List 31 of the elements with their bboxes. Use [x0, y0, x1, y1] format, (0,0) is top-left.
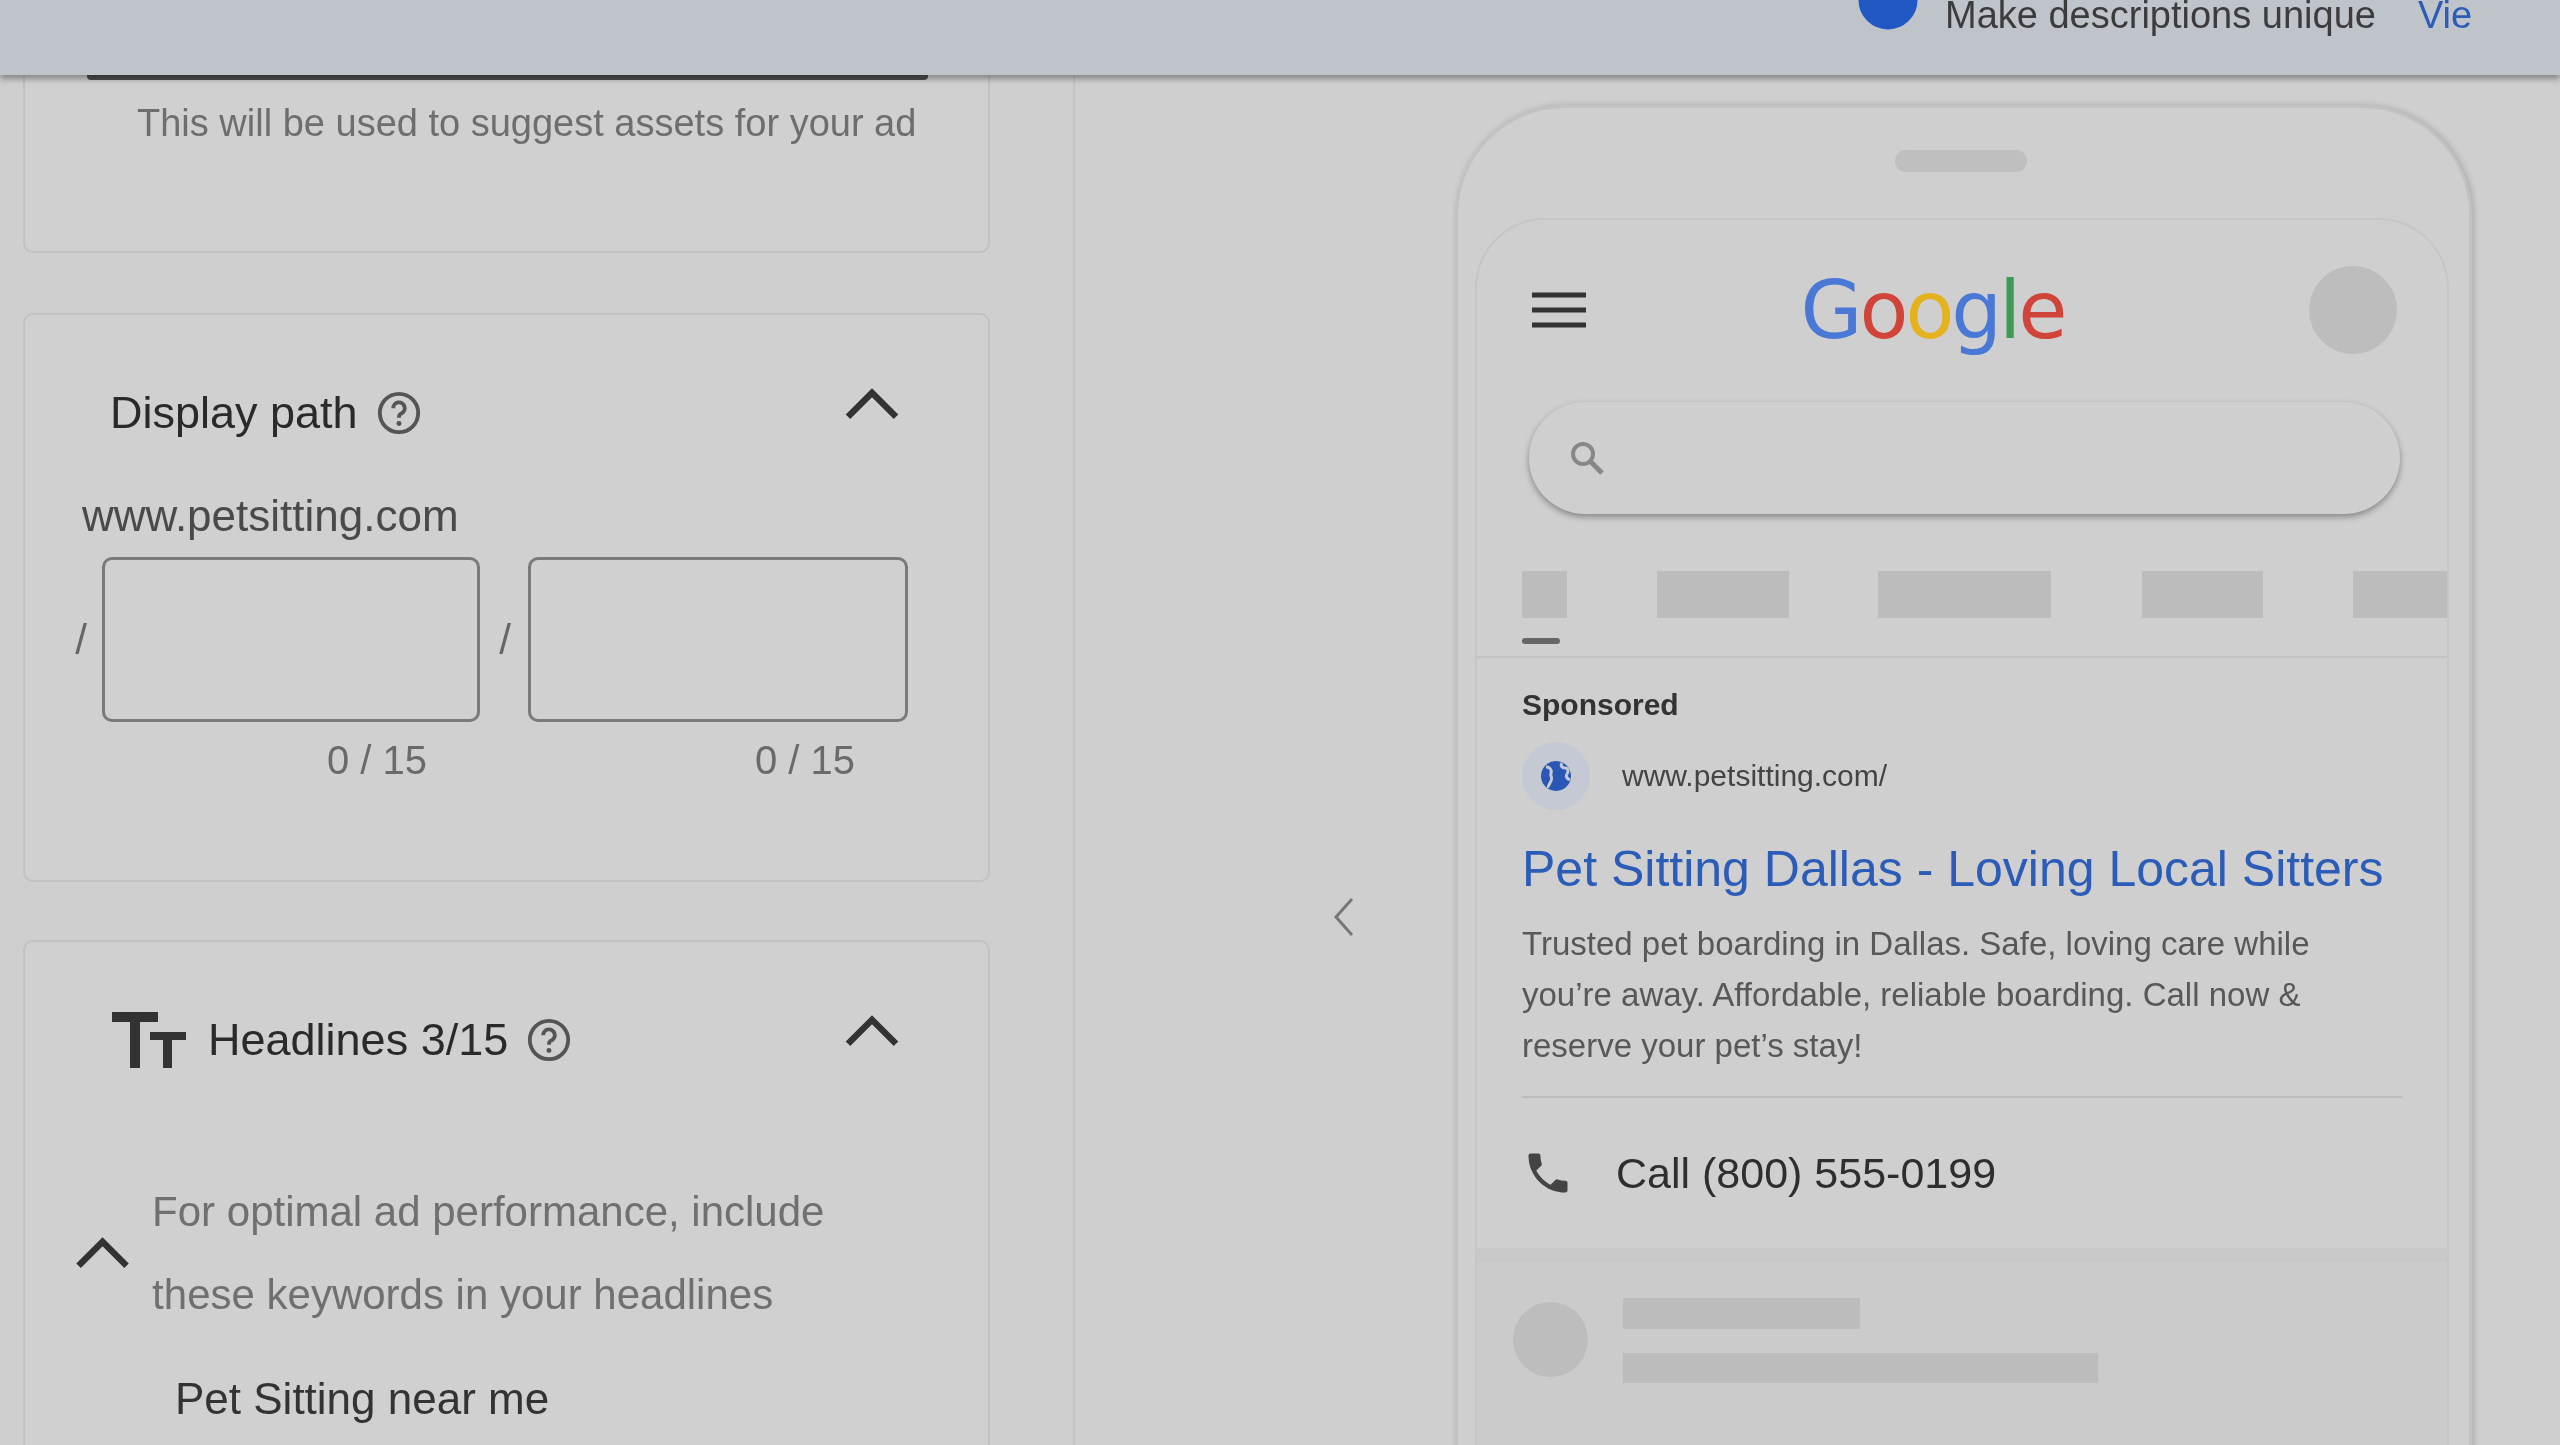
path-field[interactable]	[528, 557, 908, 722]
chevron-icon[interactable]	[844, 388, 900, 420]
hint-text: For optimal ad performance, include these keywords in your headlines	[152, 1187, 826, 1320]
chevron-icon[interactable]	[75, 1237, 131, 1269]
text-size-icon	[112, 1012, 186, 1068]
call-text[interactable]: Call (800) 555-0199	[1616, 1148, 1997, 1198]
chevron-icon[interactable]	[844, 1015, 900, 1047]
character-counter: 0 / 15	[326, 738, 427, 783]
previous-icon[interactable]	[1333, 897, 1355, 937]
ad-description: Trusted pet boarding in Dallas. Safe, loving care while you’re away. Affordable, reliable boarding. Call now & reserve your pet’s stay!	[1522, 918, 2402, 1098]
helper-text: This will be used to suggest assets for your ad	[137, 101, 918, 146]
path-separator: /	[498, 615, 512, 664]
section-title: Display path	[110, 387, 358, 439]
tab-indicator	[1522, 638, 1560, 644]
logo: Google	[1800, 263, 2065, 357]
globe-icon	[1522, 742, 1590, 810]
section-title: Headlines 3/15	[208, 1014, 509, 1066]
domain-text: www.petsitting.com	[82, 491, 460, 541]
display-url: www.petsitting.com/	[1622, 759, 1888, 793]
path-field[interactable]	[102, 557, 480, 722]
view-link[interactable]: Vie	[2417, 0, 2473, 37]
ad-headline-link[interactable]: Pet Sitting Dallas - Loving Local Sitters	[1522, 840, 2417, 898]
recommendation-text: Make descriptions unique	[1945, 0, 2376, 37]
path-separator: /	[74, 615, 88, 664]
keyword-suggestion[interactable]: Pet Sitting near me	[175, 1374, 900, 1424]
character-counter: 0 / 15	[754, 738, 855, 783]
help-icon[interactable]	[526, 1017, 573, 1063]
sponsored-label: Sponsored	[1522, 688, 1680, 722]
search-icon	[1569, 440, 1605, 476]
menu-icon[interactable]	[1532, 292, 1586, 328]
help-icon[interactable]	[375, 390, 422, 436]
